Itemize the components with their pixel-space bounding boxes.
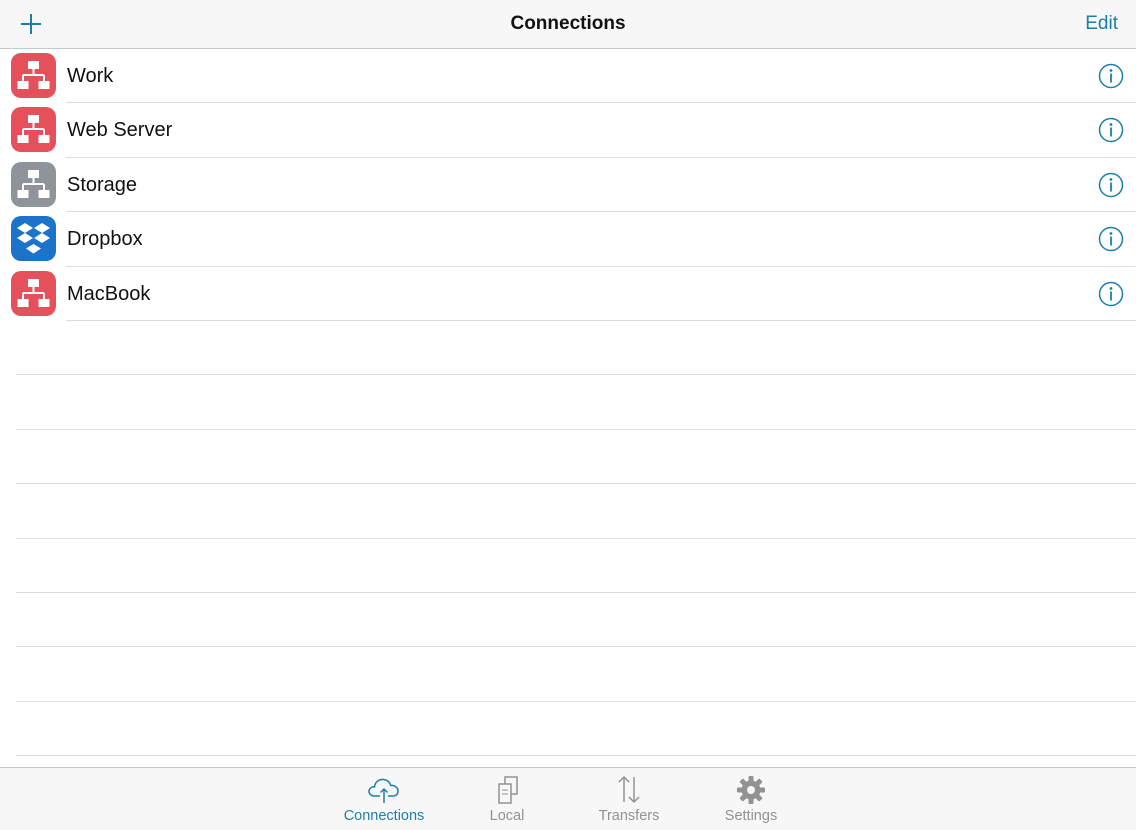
empty-row (0, 539, 1136, 593)
tab-settings[interactable]: Settings (696, 774, 806, 830)
tab-label: Local (489, 808, 525, 824)
edit-button[interactable]: Edit (1085, 13, 1118, 35)
dropbox-icon (11, 216, 56, 262)
network-icon (11, 53, 56, 98)
info-button[interactable] (1098, 172, 1124, 198)
tab-label: Settings (724, 808, 778, 824)
info-button[interactable] (1098, 226, 1124, 252)
network-icon (11, 107, 56, 153)
info-icon (1098, 172, 1124, 198)
tab-local[interactable]: Local (452, 774, 562, 830)
empty-row (0, 647, 1136, 702)
gear-icon (737, 776, 765, 804)
network-icon (11, 270, 56, 316)
list-item-macbook[interactable]: MacBook (0, 267, 1136, 321)
page-title: Connections (510, 13, 626, 34)
empty-row (0, 593, 1136, 648)
info-icon (1098, 281, 1124, 306)
row-separator (16, 755, 1136, 757)
list-item-storage[interactable]: Storage (0, 158, 1136, 213)
info-button[interactable] (1098, 63, 1124, 89)
connection-label: Dropbox (67, 228, 143, 251)
tab-label: Connections (343, 808, 425, 824)
list-item-dropbox[interactable]: Dropbox (0, 212, 1136, 267)
plus-icon (21, 14, 41, 34)
connection-label: Work (67, 65, 114, 87)
app-window: Connections Edit Work Web Server Storage… (0, 0, 1136, 830)
list-item-web-server[interactable]: Web Server (0, 103, 1136, 158)
connections-list: Work Web Server Storage Dropbox MacBook (0, 49, 1136, 321)
tab-transfers[interactable]: Transfers (574, 774, 684, 830)
empty-row (0, 430, 1136, 485)
transfer-arrows-icon (618, 775, 640, 804)
info-icon (1098, 118, 1124, 143)
info-icon (1098, 226, 1124, 252)
network-icon (11, 161, 56, 207)
connection-label: MacBook (67, 282, 151, 305)
empty-row (0, 702, 1136, 757)
empty-row (0, 484, 1136, 539)
info-button[interactable] (1098, 117, 1124, 143)
info-button[interactable] (1098, 281, 1124, 307)
tab-label: Transfers (598, 808, 660, 824)
cloud-upload-icon (368, 778, 399, 803)
empty-row (0, 375, 1136, 430)
connection-label: Web Server (67, 119, 173, 142)
empty-row (0, 321, 1136, 376)
info-icon (1098, 63, 1124, 89)
navigation-bar: Connections Edit (0, 0, 1136, 49)
tab-bar: Connections Local Transfers Settings (0, 767, 1136, 830)
tab-connections[interactable]: Connections (329, 774, 439, 830)
list-item-work[interactable]: Work (0, 49, 1136, 104)
documents-icon (498, 776, 518, 804)
connection-label: Storage (67, 173, 138, 196)
add-connection-button[interactable] (14, 8, 48, 40)
empty-rows (0, 321, 1136, 757)
